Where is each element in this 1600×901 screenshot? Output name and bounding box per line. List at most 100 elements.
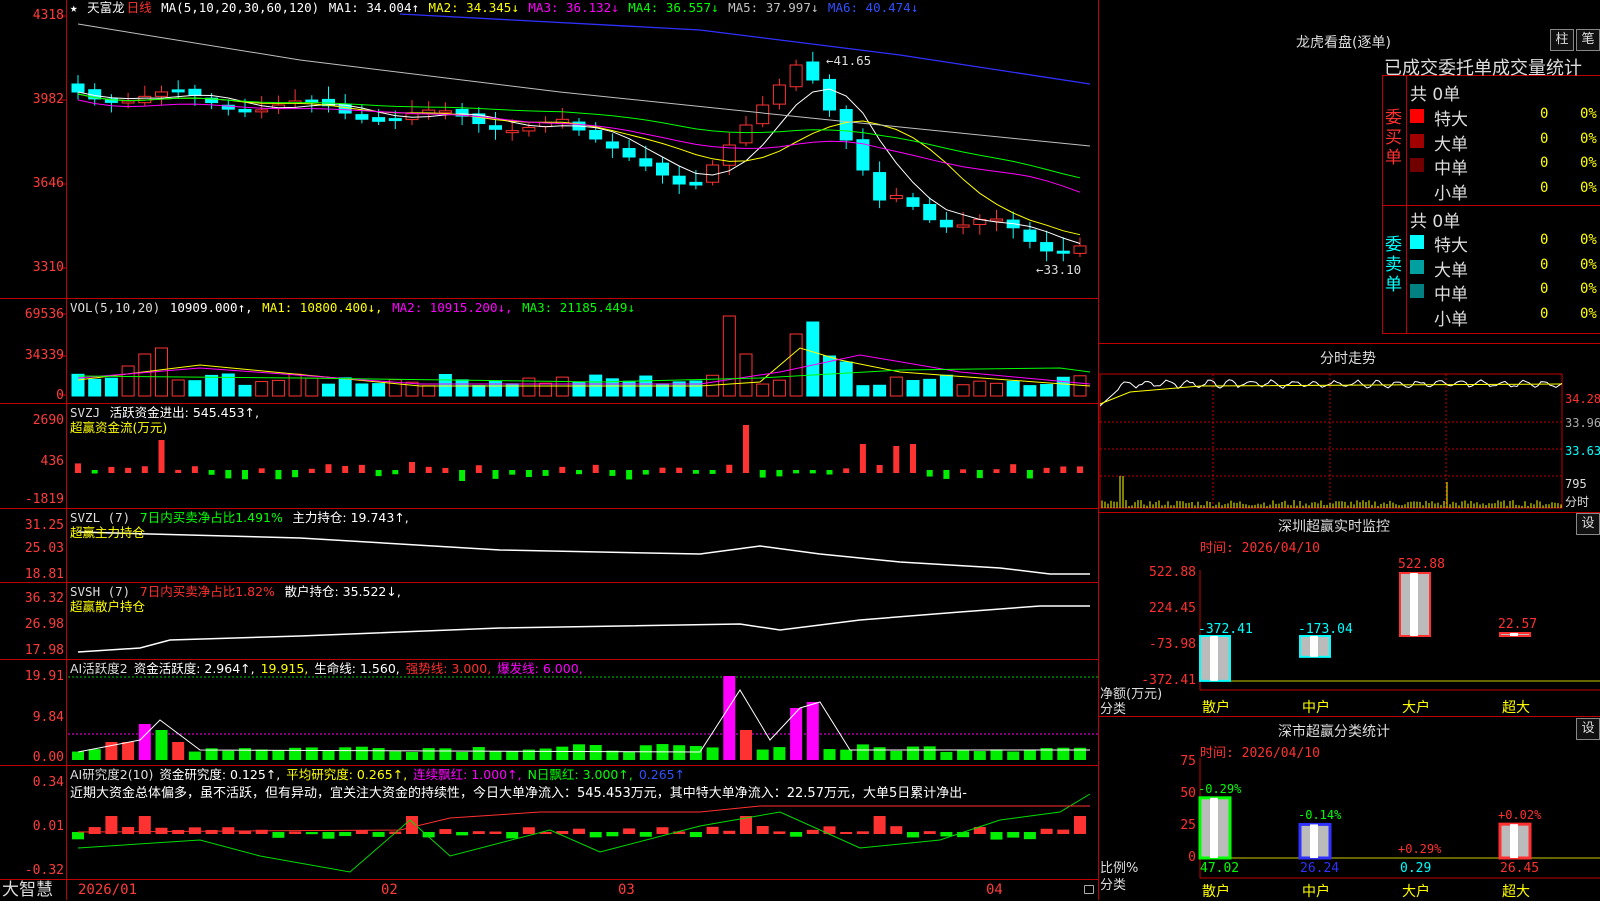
sz-monitor-settings-button[interactable]: 设 — [1576, 513, 1600, 535]
flow-bar — [275, 470, 282, 480]
period-label[interactable]: 日线 — [127, 0, 152, 15]
flow-bar — [358, 464, 365, 473]
star-icon[interactable]: ★ — [70, 0, 78, 15]
candle-body — [255, 109, 269, 113]
sz-class-title: 深市超赢分类统计 — [1278, 724, 1390, 740]
order-count: 0 — [1540, 130, 1549, 147]
volume-bar — [772, 379, 786, 397]
activity-bar — [272, 750, 285, 760]
date-label-mar: 03 — [618, 882, 635, 898]
candle-body — [639, 158, 653, 167]
activity-bar — [706, 747, 719, 760]
research-bar — [155, 827, 168, 834]
svzj-axis-1: 2690 — [32, 413, 64, 428]
vol-axis-1: 69536 — [24, 307, 64, 322]
volume-bar — [188, 380, 202, 397]
sell-orders-label: 委卖单 — [1385, 235, 1402, 295]
kline-header: ★ 天富龙 日线 MA(5,10,20,30,60,120) MA1: 34.00… — [70, 0, 920, 16]
volume-bar — [1023, 385, 1037, 397]
research-bar — [372, 832, 385, 837]
research-bar — [506, 832, 519, 839]
ai2-name: AI研究度2(10) — [70, 767, 154, 782]
svzl-axis-3: 18.81 — [24, 567, 64, 582]
activity-bar — [506, 751, 519, 760]
sz-monitor-axis-tick: 522.88 — [1149, 565, 1196, 580]
vol-header: VOL(5,10,20) 10909.000↑, MA1: 10800.400↓… — [70, 300, 637, 316]
candle-body — [1056, 250, 1070, 254]
kline-axis-4: 3310 — [32, 260, 64, 275]
volume-bar — [271, 379, 285, 397]
sz-monitor-axis-tick: 224.45 — [1149, 601, 1196, 616]
candle-body — [906, 197, 920, 207]
volume-bar — [555, 376, 569, 397]
ai1-axis-3: 0.00 — [32, 750, 64, 765]
retail-holding-line — [77, 605, 1090, 653]
max-price-label: ←41.65 — [826, 53, 872, 68]
activity-bar — [856, 744, 869, 760]
flow-bar — [425, 466, 432, 473]
flow-bar — [843, 468, 850, 473]
sz-class-change: +0.02% — [1498, 808, 1542, 823]
svzl-plot — [77, 531, 1090, 575]
sz-class-bar-highlight — [1210, 797, 1218, 858]
activity-bar — [923, 746, 936, 760]
svsh-plot — [77, 605, 1090, 653]
flow-bar — [1010, 464, 1017, 473]
sz-class-category: 大户 — [1402, 884, 1430, 900]
intraday-axis-3: 33.63 — [1565, 444, 1600, 458]
research-bar — [689, 832, 702, 838]
flow-bar — [609, 470, 616, 476]
svzj-axis-2: 436 — [40, 454, 64, 469]
order-percent: 0% — [1580, 130, 1597, 147]
intraday-frame — [1099, 373, 1563, 509]
intraday-avg-line — [1099, 383, 1563, 405]
volume-bar — [1040, 383, 1054, 397]
flow-bar — [559, 466, 566, 473]
volume-bar — [205, 374, 219, 397]
volume-bar — [789, 333, 803, 397]
svzl-ratio: 7日内买卖净占比1.491% — [139, 510, 283, 525]
order-color-swatch — [1410, 182, 1424, 197]
pen-mode-button[interactable]: 笔 — [1576, 29, 1600, 51]
candle-body — [605, 141, 619, 149]
svsh-axis-1: 36.32 — [24, 591, 64, 606]
kline-axis-2: 3982 — [32, 92, 64, 107]
activity-bar — [539, 748, 552, 760]
ma3-value: MA3: 36.132↓ — [528, 0, 619, 15]
sz-monitor-value: 22.57 — [1498, 617, 1538, 632]
flow-bar — [175, 469, 182, 473]
volume-bar — [138, 353, 152, 397]
research-bar — [205, 829, 218, 834]
chart-area[interactable] — [0, 0, 1600, 900]
min-price-value: 33.10 — [1043, 262, 1082, 277]
svzj-plot — [75, 425, 1083, 481]
volume-bar — [906, 380, 920, 397]
sz-class-settings-button[interactable]: 设 — [1576, 718, 1600, 740]
ai1-burst: 爆发线: 6.000, — [497, 661, 583, 676]
order-count: 0 — [1540, 106, 1549, 122]
candle-body — [1023, 229, 1037, 242]
flow-bar — [993, 469, 1000, 473]
order-percent: 0% — [1580, 281, 1597, 297]
flow-bar — [258, 468, 265, 473]
activity-bar — [122, 742, 135, 760]
axis-ticks — [60, 15, 66, 396]
candle-body — [1073, 245, 1087, 254]
lock-icon[interactable] — [1084, 885, 1094, 894]
flow-bar — [943, 470, 950, 479]
activity-line — [77, 689, 1090, 753]
candle-body — [939, 219, 953, 228]
flow-bar — [141, 466, 148, 473]
sz-monitor-title: 深圳超赢实时监控 — [1278, 519, 1390, 535]
candle-body — [789, 64, 803, 88]
bar-mode-button[interactable]: 柱 — [1550, 29, 1574, 51]
research-bar — [88, 827, 101, 834]
intraday-title[interactable]: 分时走势 — [1320, 348, 1376, 368]
sz-class-category: 中户 — [1302, 884, 1330, 900]
stock-name: 天富龙 — [87, 0, 125, 15]
flow-bar — [776, 470, 783, 477]
activity-bar — [305, 747, 318, 760]
sz-class-value: 26.45 — [1500, 861, 1540, 876]
order-percent: 0% — [1580, 305, 1597, 322]
order-count: 0 — [1540, 256, 1549, 273]
